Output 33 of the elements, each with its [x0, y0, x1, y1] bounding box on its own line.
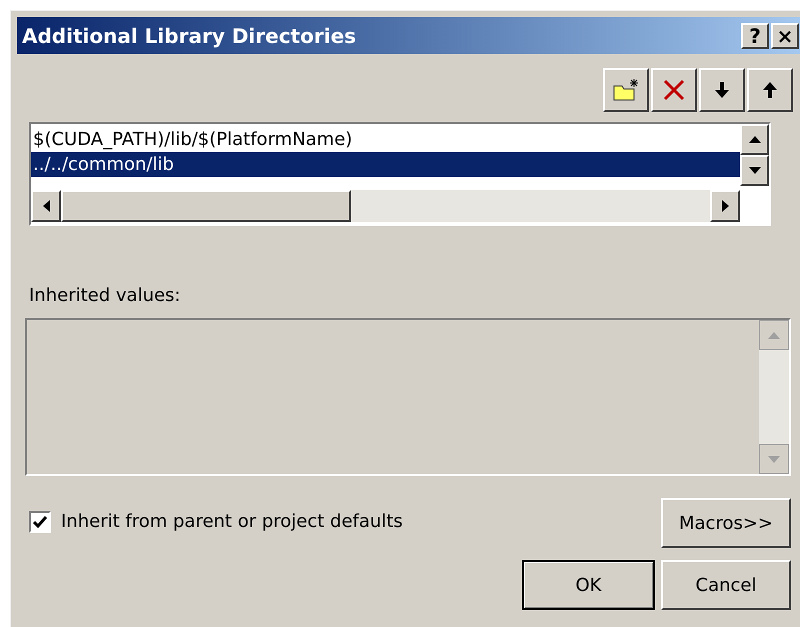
- close-button[interactable]: ×: [771, 22, 799, 48]
- scroll-right-button[interactable]: [710, 190, 740, 222]
- inherited-values-label: Inherited values:: [29, 284, 182, 308]
- scroll-left-button[interactable]: [31, 190, 61, 222]
- scroll-down-button[interactable]: [740, 155, 769, 186]
- triangle-right-icon: [722, 200, 728, 212]
- move-up-button[interactable]: [747, 68, 793, 112]
- move-down-button[interactable]: [699, 68, 745, 112]
- check-icon: [33, 516, 47, 528]
- inherit-checkbox-label[interactable]: Inherit from parent or project defaults: [61, 508, 403, 535]
- window-title: Additional Library Directories: [22, 22, 356, 50]
- horizontal-scrollbar[interactable]: [31, 190, 740, 222]
- delete-icon: [662, 78, 686, 102]
- ok-button[interactable]: OK: [522, 560, 655, 610]
- help-button[interactable]: ?: [741, 22, 769, 48]
- macros-button[interactable]: Macros>>: [661, 498, 791, 548]
- triangle-left-icon: [42, 200, 50, 212]
- scroll-thumb[interactable]: [61, 190, 351, 222]
- triangle-down-icon: [748, 167, 760, 174]
- arrow-down-icon: [714, 81, 730, 99]
- folder-icon: [612, 78, 640, 102]
- triangle-up-icon: [768, 332, 780, 338]
- new-folder-button[interactable]: [603, 68, 649, 112]
- triangle-up-icon: [748, 136, 760, 143]
- delete-button[interactable]: [651, 68, 697, 112]
- inherit-checkbox[interactable]: [29, 510, 51, 532]
- vertical-scrollbar[interactable]: [740, 124, 769, 186]
- scroll-up-button[interactable]: [740, 124, 769, 155]
- triangle-down-icon: [768, 456, 780, 462]
- cancel-button[interactable]: Cancel: [661, 560, 791, 610]
- directory-item[interactable]: ../../common/lib: [31, 152, 740, 177]
- arrow-up-icon: [762, 81, 778, 99]
- directory-item[interactable]: $(CUDA_PATH)/lib/$(PlatformName): [31, 127, 740, 152]
